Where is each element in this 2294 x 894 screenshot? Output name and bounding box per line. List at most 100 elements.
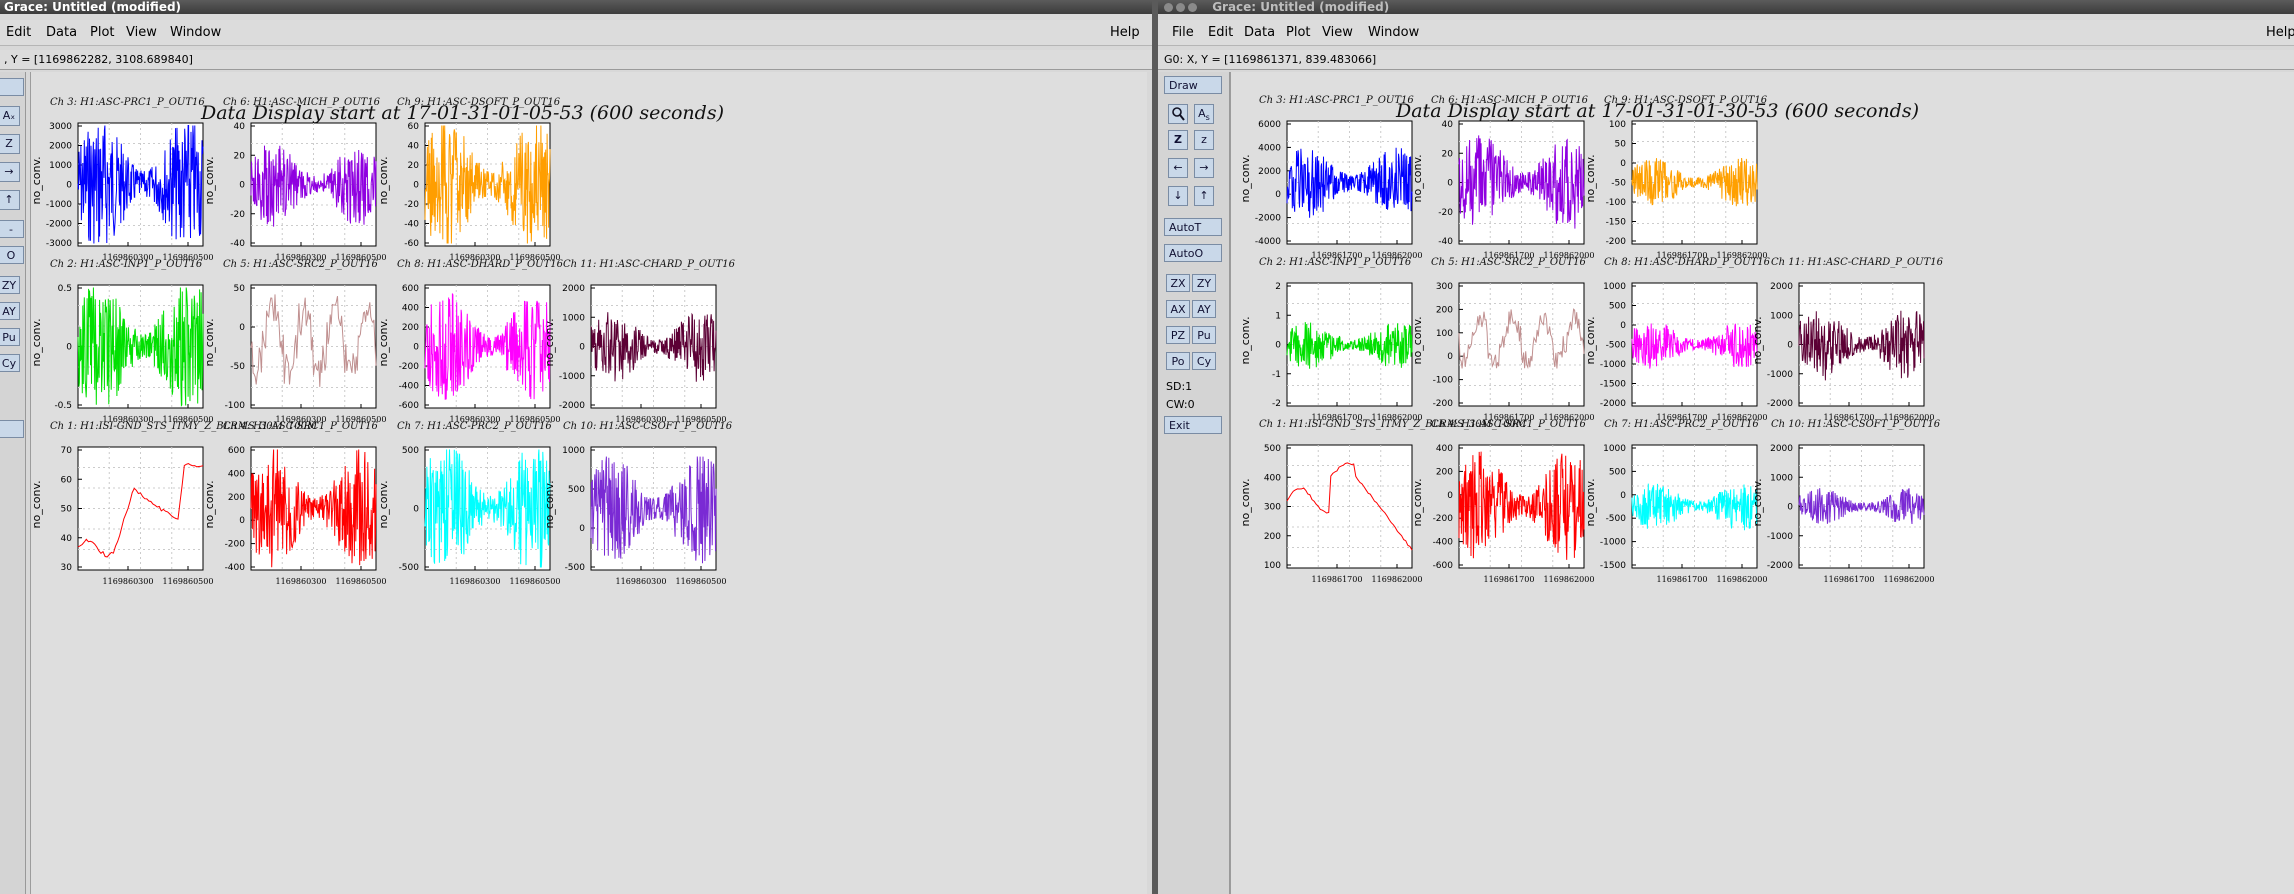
x-tick-label: 1169860300 <box>450 577 501 586</box>
y-axis-label: no_conv. <box>377 480 390 528</box>
y-tick-label: 30 <box>61 563 73 573</box>
y-axis-label: no_conv. <box>1584 316 1597 364</box>
scroll-down-button[interactable]: ↓ <box>1168 186 1188 206</box>
scroll-right-button[interactable]: → <box>0 162 20 182</box>
menu-plot[interactable]: Plot <box>1286 25 1311 40</box>
zoom-x-button[interactable]: Z <box>1168 130 1188 150</box>
y-tick-label: 200 <box>1264 532 1281 542</box>
menu-data[interactable]: Data <box>1244 25 1275 40</box>
panel-title: Ch 10: H1:ASC-CSOFT_P_OUT16 <box>563 421 733 432</box>
y-axis-label: no_conv. <box>1411 154 1424 202</box>
autoscale-text-button[interactable]: Aₓ <box>0 106 20 126</box>
y-tick-label: 400 <box>228 469 245 479</box>
window-controls[interactable] <box>1164 0 1200 14</box>
zoom-magnifier-button[interactable] <box>1168 104 1188 124</box>
menu-edit[interactable]: Edit <box>6 25 31 40</box>
ax-button[interactable]: AX <box>1166 300 1190 318</box>
y-tick-label: 20 <box>1442 149 1454 159</box>
y-tick-label: 2000 <box>1770 282 1793 292</box>
zoom-y-button[interactable]: z <box>1194 130 1214 150</box>
panel-title: Ch 4: H1:ASC-SRC1_P_OUT16 <box>1431 419 1587 430</box>
menu-help[interactable]: Help <box>1110 25 1140 40</box>
x-tick-label: 1169860300 <box>103 577 154 586</box>
chart-panel: Ch 2: H1:ASC-INP1_P_OUT160.50-0.51169860… <box>31 259 213 424</box>
cy-button[interactable]: Cy <box>0 354 20 372</box>
y-axis-label: no_conv. <box>543 480 556 528</box>
menu-view[interactable]: View <box>126 25 157 40</box>
y-tick-label: -0.5 <box>54 401 72 411</box>
menu-file[interactable]: File <box>1172 25 1194 40</box>
menu-window[interactable]: Window <box>170 25 221 40</box>
chart-panel: Ch 4: H1:ASC-SRC1_P_OUT16 400 200 0 -200 -400… <box>1411 419 1594 584</box>
autoo-button[interactable]: AutoO <box>1164 244 1222 262</box>
minimize-icon[interactable] <box>1176 3 1185 12</box>
panel-title: Ch 8: H1:ASC-DHARD_P_OUT16 <box>397 259 564 270</box>
pz-button[interactable]: PZ <box>1166 326 1190 344</box>
y-tick-label: 50 <box>234 284 246 294</box>
draw-button[interactable]: Draw <box>1164 76 1222 94</box>
y-tick-label: -2 <box>1272 399 1281 409</box>
y-tick-label: 200 <box>1436 305 1453 315</box>
zoom-button[interactable]: Z <box>0 134 20 154</box>
magnifier-icon <box>1172 107 1185 121</box>
y-tick-label: -500 <box>565 563 586 573</box>
y-tick-label: -20 <box>230 210 245 220</box>
y-tick-label: -2000 <box>1767 399 1793 409</box>
tool-panel: Draw As Z z ← → ↓ ↑ AutoT AutoO ZX ZY AX… <box>1158 72 1230 894</box>
autot-button[interactable]: - <box>0 220 24 238</box>
x-tick-label: 1169860300 <box>276 577 327 586</box>
y-tick-label: -1000 <box>46 200 72 210</box>
x-tick-label: 1169860500 <box>163 577 214 586</box>
y-tick-label: 400 <box>1264 473 1281 483</box>
maximize-icon[interactable] <box>1188 3 1197 12</box>
menu-view[interactable]: View <box>1322 25 1353 40</box>
autoscale-text-button[interactable]: As <box>1194 104 1214 124</box>
chart-panel: Ch 11: H1:ASC-CHARD_P_OUT16 2000 1000 0 -100… <box>1751 257 1944 422</box>
panel-title: Ch 6: H1:ASC-MICH_P_OUT16 <box>223 97 381 108</box>
sd-status: SD:1 <box>1166 380 1193 393</box>
pu-button[interactable]: Pu <box>1192 326 1216 344</box>
menu-window[interactable]: Window <box>1368 25 1419 40</box>
scroll-left-button[interactable]: ← <box>1168 158 1188 178</box>
menu-edit[interactable]: Edit <box>1208 25 1233 40</box>
y-axis-label: no_conv. <box>1584 478 1597 526</box>
autoo-button[interactable]: O <box>0 246 24 264</box>
y-tick-label: 0 <box>1620 491 1626 501</box>
x-tick-label: 1169861700 <box>1824 575 1875 584</box>
graph-canvas[interactable]: Data Display start at 17-01-31-01-05-53 … <box>30 72 1147 894</box>
autot-button[interactable]: AutoT <box>1164 218 1222 236</box>
close-icon[interactable] <box>1164 3 1173 12</box>
zy-button[interactable]: ZY <box>0 276 20 294</box>
scroll-up-button[interactable]: ↑ <box>1194 186 1214 206</box>
panel-title: Ch 7: H1:ASC-PRC2_P_OUT16 <box>1604 419 1759 430</box>
scroll-right-button[interactable]: → <box>1194 158 1214 178</box>
y-tick-label: -100 <box>1606 198 1627 208</box>
y-tick-label: 2 <box>1275 282 1281 292</box>
zy-button[interactable]: ZY <box>1192 274 1216 292</box>
menu-plot[interactable]: Plot <box>90 25 115 40</box>
panel-title: Ch 2: H1:ASC-INP1_P_OUT16 <box>1259 257 1412 268</box>
y-tick-label: -3000 <box>46 239 72 249</box>
cy-button[interactable]: Cy <box>1192 352 1216 370</box>
y-tick-label: 200 <box>402 323 419 333</box>
menu-bar: File Edit Data Plot View Window Help <box>1158 20 2294 46</box>
exit-button[interactable]: Exit <box>1164 416 1222 434</box>
zx-button[interactable]: ZX <box>1166 274 1190 292</box>
scroll-up-button[interactable]: ↑ <box>0 190 20 210</box>
title-bar: Grace: Untitled (modified) <box>0 0 1152 14</box>
po-button[interactable]: Po <box>1166 352 1190 370</box>
draw-button[interactable] <box>0 78 24 96</box>
panel-title: Ch 6: H1:ASC-MICH_P_OUT16 <box>1431 95 1589 106</box>
y-tick-label: 500 <box>1264 444 1281 454</box>
pu-button[interactable]: Pu <box>0 328 20 346</box>
y-tick-label: 0 <box>1620 159 1626 169</box>
chart-panel: Ch 7: H1:ASC-PRC2_P_OUT16 500 0 -500 1169860… <box>377 421 560 586</box>
ay-button[interactable]: AY <box>1192 300 1216 318</box>
exit-button[interactable] <box>0 420 24 438</box>
menu-help[interactable]: Help <box>2266 25 2294 40</box>
menu-data[interactable]: Data <box>46 25 77 40</box>
graph-canvas[interactable]: Data Display start at 17-01-31-01-30-53 … <box>1230 72 2294 894</box>
tool-panel: Aₓ Z → ↑ - O ZY AY Pu Cy <box>0 72 26 894</box>
ay-button[interactable]: AY <box>0 302 20 320</box>
y-tick-label: -2000 <box>559 401 585 411</box>
